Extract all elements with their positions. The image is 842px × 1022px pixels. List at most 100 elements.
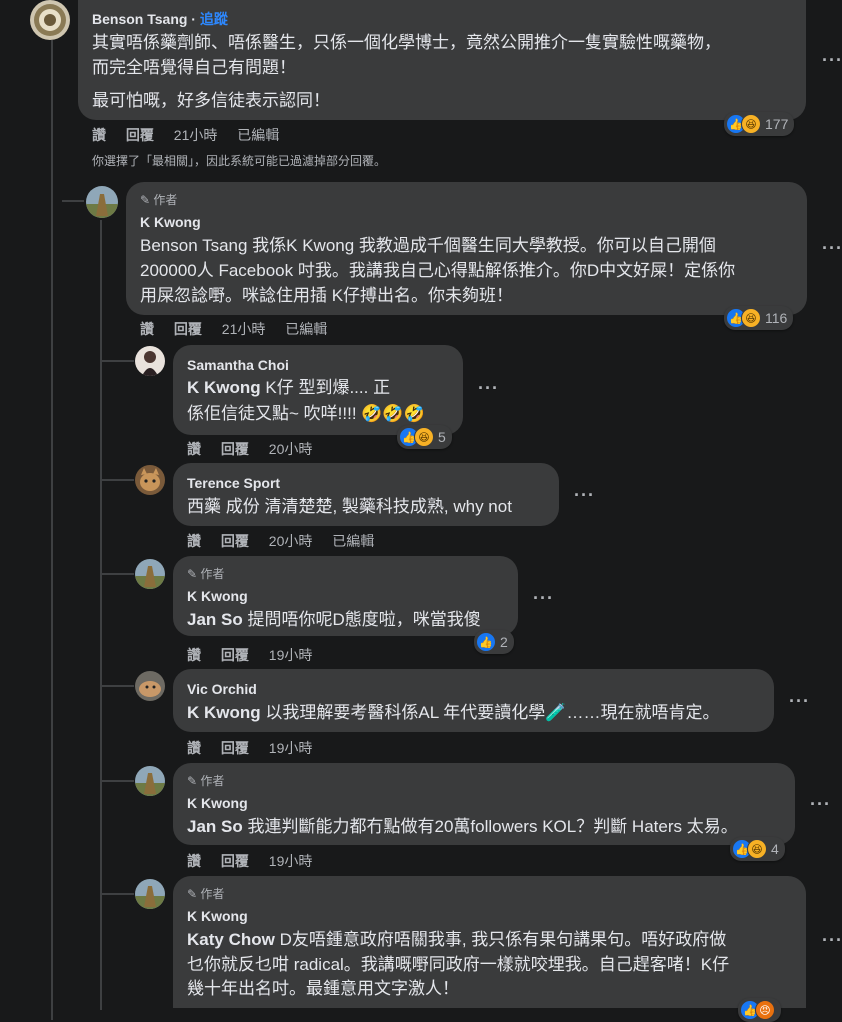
comment-actions: 讚 回覆 19小時 [187, 851, 328, 871]
angry-reaction-icon: 😠 [755, 1000, 775, 1020]
avatar[interactable] [135, 766, 165, 796]
comment-actions: 讚 回覆 19小時 [187, 738, 328, 758]
reaction-summary[interactable]: 👍 😆 116 [724, 306, 794, 330]
commenter-name[interactable]: Terence Sport [187, 475, 280, 491]
comment-actions: 讚 回覆 20小時 [187, 439, 328, 459]
reply-button[interactable]: 回覆 [221, 533, 249, 549]
thread-line [51, 40, 53, 1020]
edited-label: 已編輯 [285, 321, 328, 337]
comment-text: Jan So 我連判斷能力都冇點做有20萬followers KOL？判斷 Ha… [187, 817, 738, 836]
like-button[interactable]: 讚 [187, 647, 201, 663]
comment-text: 乜你就反乜咁 radical。我講嘅嘢同政府一樣就咬埋我。自己趕客啫！K仔 [187, 955, 730, 974]
thread-connector [100, 893, 134, 895]
edited-label: 已編輯 [237, 127, 280, 143]
more-options-icon[interactable]: ··· [822, 930, 842, 951]
reply-button[interactable]: 回覆 [221, 647, 249, 663]
reply-button[interactable]: 回覆 [221, 853, 249, 869]
timestamp[interactable]: 20小時 [269, 533, 313, 549]
mention-link[interactable]: K Kwong [187, 378, 261, 397]
haha-reaction-icon: 😆 [747, 839, 767, 859]
edited-label: 已編輯 [332, 533, 375, 549]
like-button[interactable]: 讚 [187, 740, 201, 756]
like-button[interactable]: 讚 [92, 127, 106, 143]
pencil-icon: ✎ [140, 193, 151, 207]
pencil-icon: ✎ [187, 774, 198, 788]
timestamp[interactable]: 21小時 [222, 321, 266, 337]
commenter-name[interactable]: K Kwong [187, 795, 248, 811]
comment-text: K Kwong 以我理解要考醫科係AL 年代要讀化學🧪……現在就唔肯定。 [187, 703, 720, 722]
comment-text: Jan So 提問唔你呢D態度啦，咪當我傻 [187, 610, 481, 629]
reply-button[interactable]: 回覆 [221, 740, 249, 756]
comment-actions: 讚 回覆 21小時 已編輯 [140, 319, 343, 339]
avatar[interactable] [135, 671, 165, 701]
comment-text: 200000人 Facebook 吋我。我講我自己心得點解係推介。你D中文好屎！… [140, 261, 736, 280]
like-button[interactable]: 讚 [187, 441, 201, 457]
timestamp[interactable]: 19小時 [269, 740, 313, 756]
follow-link[interactable]: 追蹤 [200, 11, 228, 27]
author-badge: ✎ 作者 [140, 193, 178, 207]
mention-link[interactable]: Katy Chow [187, 930, 275, 949]
timestamp[interactable]: 21小時 [174, 127, 218, 143]
more-options-icon[interactable]: ··· [822, 50, 842, 71]
thread-connector [100, 360, 134, 362]
pencil-icon: ✎ [187, 567, 198, 581]
pencil-icon: ✎ [187, 887, 198, 901]
filter-note: 你選擇了「最相關」，因此系統可能已過濾掉部分回覆。 [92, 154, 387, 168]
reply-button[interactable]: 回覆 [174, 321, 202, 337]
thread-connector [100, 573, 134, 575]
commenter-name[interactable]: K Kwong [140, 214, 201, 230]
comment-text: 其實唔係藥劑師、唔係醫生，只係一個化學博士，竟然公開推介一隻實驗性嘅藥物， [92, 33, 721, 52]
reaction-summary[interactable]: 👍 😆 5 [397, 425, 452, 449]
avatar[interactable] [135, 465, 165, 495]
reply-button[interactable]: 回覆 [221, 441, 249, 457]
like-button[interactable]: 讚 [187, 533, 201, 549]
comment-actions: 讚 回覆 20小時 已編輯 [187, 531, 390, 551]
commenter-name[interactable]: Vic Orchid [187, 681, 257, 697]
avatar[interactable] [135, 559, 165, 589]
more-options-icon[interactable]: ··· [533, 588, 554, 609]
author-badge: ✎ 作者 [187, 887, 225, 901]
author-badge: ✎ 作者 [187, 567, 225, 581]
comment-text: 係佢信徒又點~ 吹咩!!!! 🤣🤣🤣 [187, 404, 425, 423]
commenter-name[interactable]: K Kwong [187, 908, 248, 924]
reaction-summary[interactable]: 👍 😠 [738, 998, 781, 1022]
comment-text: 而完全唔覺得自己有問題！ [92, 58, 296, 77]
thread-connector [62, 200, 84, 202]
mention-link[interactable]: K Kwong [187, 703, 261, 722]
more-options-icon[interactable]: ··· [822, 238, 842, 259]
comment-actions: 讚 回覆 19小時 [187, 645, 328, 665]
thread-connector [100, 780, 134, 782]
more-options-icon[interactable]: ··· [574, 485, 595, 506]
thread-connector [100, 479, 134, 481]
more-options-icon[interactable]: ··· [810, 794, 831, 815]
avatar[interactable] [135, 879, 165, 909]
like-button[interactable]: 讚 [187, 853, 201, 869]
reply-button[interactable]: 回覆 [126, 127, 154, 143]
comment-text: 最可怕嘅，好多信徒表示認同！ [92, 91, 330, 110]
more-options-icon[interactable]: ··· [478, 378, 499, 399]
avatar[interactable] [86, 186, 118, 218]
commenter-name[interactable]: K Kwong [187, 588, 248, 604]
avatar[interactable] [30, 0, 70, 40]
like-button[interactable]: 讚 [140, 321, 154, 337]
timestamp[interactable]: 20小時 [269, 441, 313, 457]
commenter-name[interactable]: Samantha Choi [187, 357, 289, 373]
haha-reaction-icon: 😆 [741, 308, 761, 328]
mention-link[interactable]: Jan So [187, 817, 243, 836]
reaction-summary[interactable]: 👍 2 [474, 630, 514, 654]
mention-link[interactable]: Jan So [187, 610, 243, 629]
more-options-icon[interactable]: ··· [789, 691, 810, 712]
like-reaction-icon: 👍 [476, 632, 496, 652]
thread-connector [100, 685, 134, 687]
reaction-summary[interactable]: 👍 😆 177 [724, 112, 795, 136]
comment-text: K Kwong K仔 型到爆.... 正 [187, 378, 391, 397]
avatar[interactable] [135, 346, 165, 376]
comment-text: Katy Chow D友唔鍾意政府唔關我事, 我只係有果句講果句。唔好政府做 [187, 930, 727, 949]
comment-text: 幾十年出名吋。最鍾意用文字激人！ [187, 979, 459, 998]
timestamp[interactable]: 19小時 [269, 853, 313, 869]
reaction-summary[interactable]: 👍 😆 4 [730, 837, 785, 861]
timestamp[interactable]: 19小時 [269, 647, 313, 663]
commenter-name[interactable]: Benson Tsang · 追蹤 [92, 9, 228, 29]
thread-line [100, 220, 102, 1010]
author-badge: ✎ 作者 [187, 774, 225, 788]
